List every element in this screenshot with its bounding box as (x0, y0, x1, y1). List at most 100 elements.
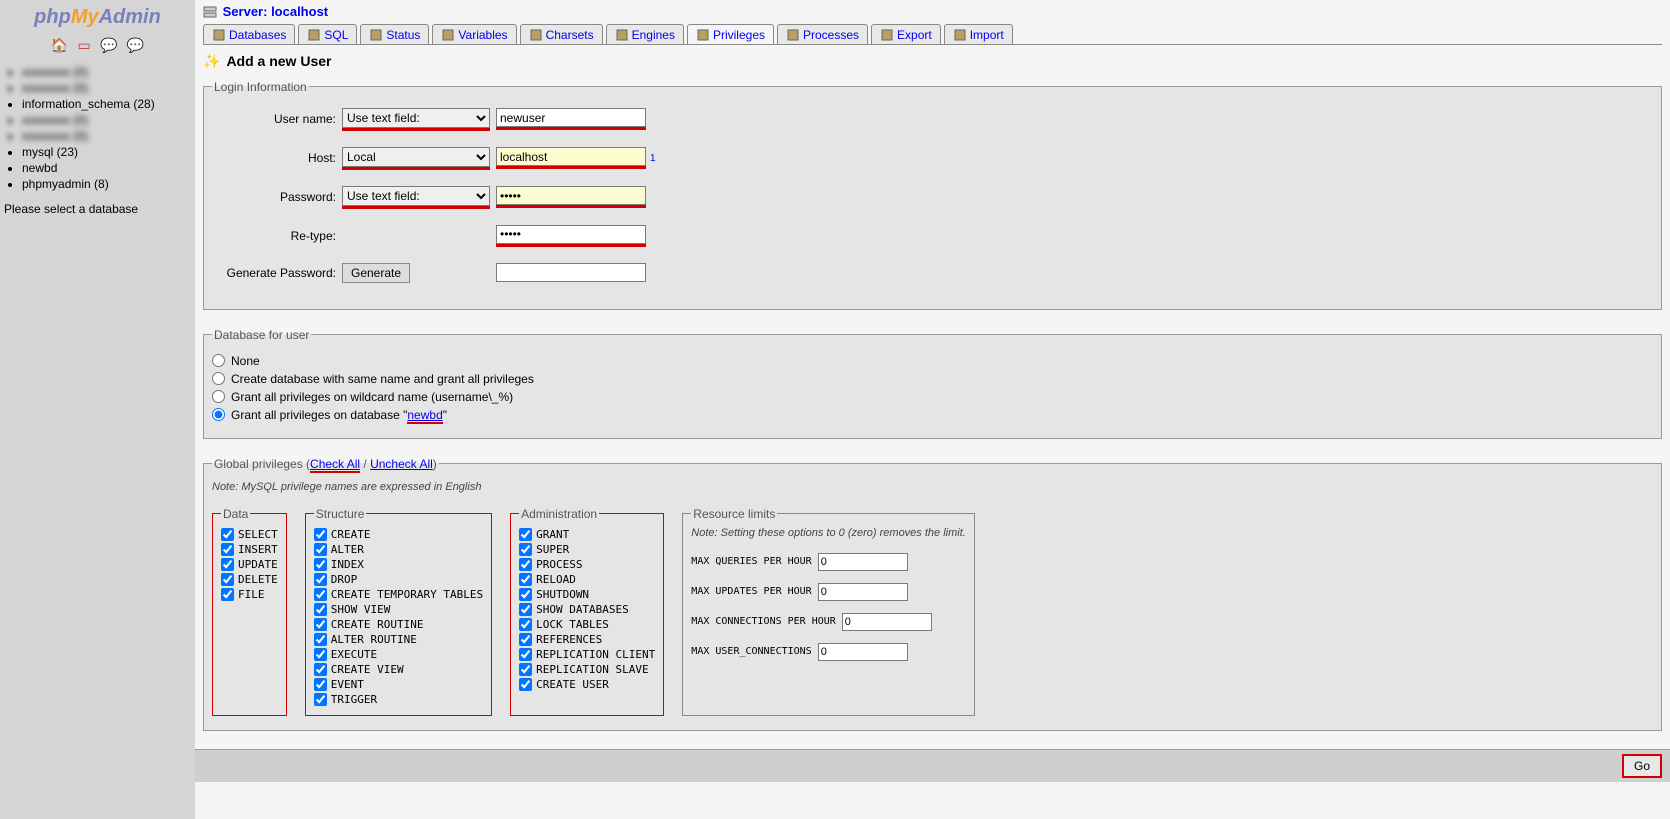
resource-input[interactable] (818, 553, 908, 571)
sql-icon[interactable]: ▭ (77, 37, 90, 54)
tab-variables[interactable]: Variables (432, 24, 516, 44)
help-icon[interactable]: 💬 (100, 37, 117, 54)
priv-checkbox[interactable] (519, 633, 532, 646)
server-name[interactable]: localhost (271, 4, 328, 19)
priv-label: FILE (238, 588, 265, 601)
priv-checkbox[interactable] (314, 663, 327, 676)
priv-label: SHUTDOWN (536, 588, 589, 601)
sidebar-db-item[interactable]: phpmyadmin (8) (22, 176, 191, 192)
retype-input[interactable] (496, 225, 646, 244)
tab-sql[interactable]: SQL (298, 24, 357, 44)
resource-label: MAX USER_CONNECTIONS (691, 646, 811, 657)
resource-limits-box: Resource limits Note: Setting these opti… (682, 507, 975, 716)
tab-privileges[interactable]: Privileges (687, 24, 774, 44)
priv-checkbox[interactable] (314, 543, 327, 556)
uncheck-all-link[interactable]: Uncheck All (370, 457, 433, 471)
host-type-select[interactable]: Local (342, 147, 490, 167)
sidebar-db-item[interactable]: xxxxxxxx (0) (22, 64, 191, 80)
tab-import[interactable]: Import (944, 24, 1013, 44)
tab-export[interactable]: Export (871, 24, 941, 44)
tab-processes[interactable]: Processes (777, 24, 868, 44)
sidebar-db-item[interactable]: xxxxxxxx (0) (22, 80, 191, 96)
priv-checkbox[interactable] (519, 558, 532, 571)
password-label: Password: (212, 190, 342, 204)
tab-label: Import (970, 28, 1004, 42)
resource-input[interactable] (818, 583, 908, 601)
database-for-user-fieldset: Database for user NoneCreate database wi… (203, 328, 1662, 439)
priv-checkbox[interactable] (519, 663, 532, 676)
grant-db-link[interactable]: newbd (407, 408, 442, 424)
priv-checkbox[interactable] (221, 528, 234, 541)
dbuser-radio-0[interactable]: None (212, 352, 1653, 370)
priv-label: UPDATE (238, 558, 278, 571)
radio-1[interactable] (212, 372, 225, 385)
priv-checkbox[interactable] (314, 678, 327, 691)
resource-input[interactable] (818, 643, 908, 661)
sidebar-db-item[interactable]: mysql (23) (22, 144, 191, 160)
tab-status[interactable]: Status (360, 24, 429, 44)
priv-item: REPLICATION SLAVE (519, 662, 655, 677)
priv-checkbox[interactable] (519, 648, 532, 661)
radio-grant-db[interactable] (212, 408, 225, 421)
home-icon[interactable]: 🏠 (51, 37, 68, 54)
priv-checkbox[interactable] (519, 678, 532, 691)
priv-item: REPLICATION CLIENT (519, 647, 655, 662)
priv-checkbox[interactable] (519, 528, 532, 541)
login-legend: Login Information (212, 80, 309, 94)
priv-checkbox[interactable] (519, 603, 532, 616)
go-button[interactable]: Go (1622, 754, 1662, 778)
priv-item: RELOAD (519, 572, 655, 587)
tab-engines[interactable]: Engines (606, 24, 684, 44)
priv-checkbox[interactable] (519, 543, 532, 556)
server-icon (203, 6, 219, 20)
priv-item: EVENT (314, 677, 483, 692)
sidebar-db-item[interactable]: xxxxxxxx (0) (22, 112, 191, 128)
password-type-select[interactable]: Use text field: (342, 186, 490, 206)
global-legend: Global privileges (Check All / Uncheck A… (212, 457, 439, 471)
priv-checkbox[interactable] (314, 693, 327, 706)
priv-checkbox[interactable] (221, 573, 234, 586)
dbuser-radio-1[interactable]: Create database with same name and grant… (212, 370, 1653, 388)
host-note[interactable]: 1 (650, 153, 656, 164)
sidebar-db-item[interactable]: information_schema (28) (22, 96, 191, 112)
priv-checkbox[interactable] (314, 633, 327, 646)
tab-charsets[interactable]: Charsets (520, 24, 603, 44)
tab-databases[interactable]: Databases (203, 24, 295, 44)
resource-label: MAX UPDATES PER HOUR (691, 586, 811, 597)
priv-checkbox[interactable] (221, 558, 234, 571)
logo-php: php (34, 6, 71, 28)
radio-0[interactable] (212, 354, 225, 367)
priv-checkbox[interactable] (221, 543, 234, 556)
privileges-icon (696, 28, 710, 42)
radio-2[interactable] (212, 390, 225, 403)
host-input[interactable] (496, 147, 646, 166)
priv-checkbox[interactable] (221, 588, 234, 601)
generate-button[interactable]: Generate (342, 263, 410, 283)
database-list: xxxxxxxx (0)xxxxxxxx (0)information_sche… (4, 64, 191, 192)
dbuser-radio-grant-db[interactable]: Grant all privileges on database "newbd" (212, 406, 1653, 424)
tab-label: Processes (803, 28, 859, 42)
username-type-select[interactable]: Use text field: (342, 108, 490, 128)
username-input[interactable] (496, 108, 646, 127)
sidebar-db-item[interactable]: newbd (22, 160, 191, 176)
priv-checkbox[interactable] (314, 573, 327, 586)
priv-checkbox[interactable] (314, 603, 327, 616)
tab-label: Engines (632, 28, 675, 42)
priv-checkbox[interactable] (519, 618, 532, 631)
priv-checkbox[interactable] (314, 618, 327, 631)
priv-checkbox[interactable] (314, 528, 327, 541)
generated-password-input[interactable] (496, 263, 646, 282)
docs-icon[interactable]: 💬 (127, 37, 144, 54)
priv-checkbox[interactable] (519, 573, 532, 586)
priv-checkbox[interactable] (314, 558, 327, 571)
sidebar-db-item[interactable]: xxxxxxxx (0) (22, 128, 191, 144)
resource-input[interactable] (842, 613, 932, 631)
priv-label: GRANT (536, 528, 569, 541)
priv-checkbox[interactable] (519, 588, 532, 601)
password-input[interactable] (496, 186, 646, 205)
priv-item: SELECT (221, 527, 278, 542)
priv-checkbox[interactable] (314, 648, 327, 661)
priv-checkbox[interactable] (314, 588, 327, 601)
check-all-link[interactable]: Check All (310, 457, 360, 473)
dbuser-radio-2[interactable]: Grant all privileges on wildcard name (u… (212, 388, 1653, 406)
